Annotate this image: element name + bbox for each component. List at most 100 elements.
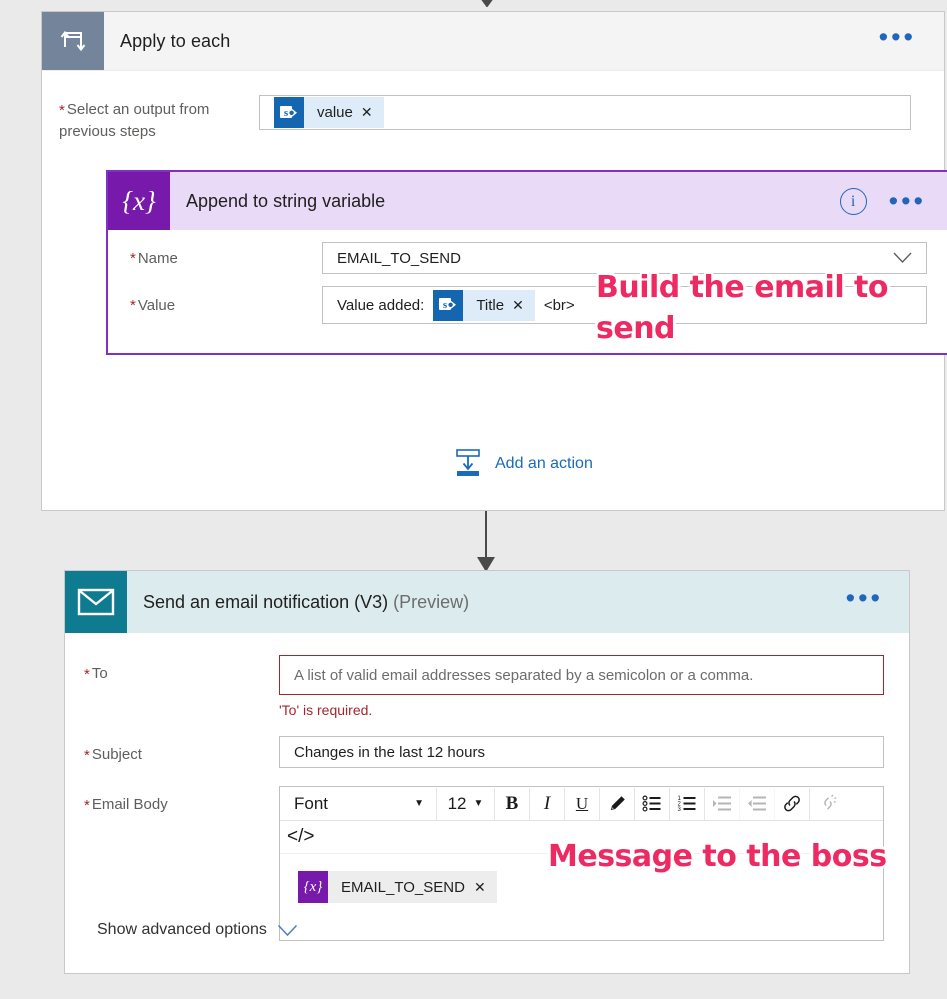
email-body-row: * Email Body Font ▼ 12 ▼ B I U 1 2 3 </>… (65, 786, 909, 941)
show-advanced-options-label: Show advanced options (97, 921, 267, 938)
email-body-label-text: Email Body (91, 796, 168, 813)
chevron-down-icon: ▼ (414, 798, 424, 809)
variable-name-value: EMAIL_TO_SEND (337, 249, 461, 267)
unlink-icon[interactable] (810, 788, 845, 820)
to-placeholder: A list of valid email addresses separate… (294, 666, 754, 684)
info-icon[interactable]: i (839, 188, 867, 215)
variable-value-suffix-text: <br> (543, 296, 575, 314)
numbered-list-icon[interactable]: 1 2 3 (670, 787, 705, 820)
to-label: * To (84, 655, 279, 718)
subject-label-text: Subject (91, 746, 142, 763)
append-variable-title: Append to string variable (186, 190, 386, 211)
svg-text:3: 3 (678, 807, 682, 812)
rich-text-editor: Font ▼ 12 ▼ B I U 1 2 3 </> {x} EMAIL_TO… (279, 786, 884, 941)
sharepoint-icon: s (274, 97, 304, 128)
add-an-action-button[interactable]: Add an action (453, 449, 593, 478)
font-size-label: 12 (447, 793, 467, 813)
sharepoint-icon: s (433, 289, 464, 321)
svg-text:s: s (443, 299, 448, 311)
outdent-icon[interactable] (740, 787, 775, 820)
variable-braces-glyph: {x} (122, 185, 156, 216)
send-email-more-button[interactable]: ••• (846, 585, 883, 612)
send-email-title-text: Send an email notification (V3) (143, 591, 389, 612)
email-to-send-token-label: EMAIL_TO_SEND (341, 878, 465, 896)
envelope-icon (65, 571, 127, 633)
font-family-dropdown[interactable]: Font ▼ (280, 787, 437, 820)
variable-name-row: * Name EMAIL_TO_SEND (108, 242, 947, 274)
select-output-row: * Select an output from previous steps s … (42, 71, 944, 143)
flow-connector-arrow (477, 511, 495, 572)
chevron-down-icon (277, 924, 297, 936)
value-token-remove-icon[interactable]: ✕ (361, 104, 384, 121)
font-size-dropdown[interactable]: 12 ▼ (437, 787, 495, 820)
indent-icon[interactable] (705, 787, 740, 820)
show-advanced-options-button[interactable]: Show advanced options (97, 921, 298, 939)
variable-braces-icon: {x} (298, 871, 328, 903)
add-an-action-label: Add an action (495, 454, 593, 472)
to-row: * To A list of valid email addresses sepa… (65, 655, 909, 718)
select-output-input[interactable]: s value ✕ (259, 95, 911, 130)
title-token-remove-icon[interactable]: ✕ (512, 297, 535, 314)
variable-value-input[interactable]: Value added: s Title ✕ <br> (322, 286, 927, 324)
flow-connector-arrow-top (481, 0, 493, 7)
select-output-label: * Select an output from previous steps (59, 95, 259, 143)
title-token-label: Title (476, 296, 505, 314)
select-output-label-text: Select an output from previous steps (59, 101, 210, 140)
required-marker: * (84, 665, 90, 683)
send-email-notification-card: Send an email notification (V3) (Preview… (64, 570, 910, 974)
to-field-group: A list of valid email addresses separate… (279, 655, 884, 718)
send-email-preview-badge: (Preview) (393, 591, 470, 612)
apply-to-each-header[interactable]: Apply to each ••• (42, 12, 944, 71)
variable-name-select[interactable]: EMAIL_TO_SEND (322, 242, 927, 274)
append-to-string-variable-card: {x} Append to string variable i ••• * Nam… (106, 170, 947, 355)
italic-button[interactable]: I (530, 787, 565, 820)
variable-value-label-text: Value (137, 296, 176, 314)
required-marker: * (84, 746, 90, 764)
email-to-send-token-remove-icon[interactable]: ✕ (474, 879, 497, 896)
send-email-title: Send an email notification (V3) (Preview… (143, 592, 469, 613)
subject-row: * Subject Changes in the last 12 hours (65, 736, 909, 768)
variable-value-label: * Value (130, 297, 322, 314)
email-body-content[interactable]: {x} EMAIL_TO_SEND ✕ (280, 854, 883, 940)
bold-button[interactable]: B (495, 787, 530, 820)
to-label-text: To (91, 665, 108, 682)
value-token-label: value (317, 104, 353, 121)
subject-label: * Subject (84, 736, 279, 768)
add-action-icon (456, 449, 480, 476)
apply-to-each-title: Apply to each (120, 30, 231, 51)
apply-to-each-more-button[interactable]: ••• (879, 24, 916, 51)
variable-value-prefix-text: Value added: (337, 296, 425, 314)
chevron-down-icon (893, 252, 912, 264)
highlighter-icon[interactable] (600, 787, 635, 820)
font-family-label: Font (294, 793, 329, 813)
email-to-send-token[interactable]: {x} EMAIL_TO_SEND ✕ (298, 871, 497, 903)
send-email-header[interactable]: Send an email notification (V3) (Preview… (65, 571, 909, 633)
value-token[interactable]: s value ✕ (274, 97, 384, 128)
svg-text:s: s (284, 107, 289, 119)
html-code-view-button[interactable]: </> (280, 821, 883, 854)
apply-to-each-card: Apply to each ••• * Select an output from… (41, 11, 947, 511)
subject-value: Changes in the last 12 hours (294, 743, 485, 761)
chevron-down-icon: ▼ (473, 798, 484, 809)
email-body-label: * Email Body (84, 786, 279, 941)
variable-value-row: * Value Value added: s Title ✕ <br> (108, 286, 947, 324)
loop-icon (42, 12, 104, 70)
append-variable-more-button[interactable]: ••• (889, 187, 926, 214)
link-icon[interactable] (775, 787, 810, 820)
bulleted-list-icon[interactable] (635, 787, 670, 820)
subject-input[interactable]: Changes in the last 12 hours (279, 736, 884, 768)
required-marker: * (84, 796, 90, 814)
underline-button[interactable]: U (565, 787, 600, 820)
required-marker: * (59, 101, 65, 119)
title-token[interactable]: s Title ✕ (433, 289, 535, 321)
variable-name-label: * Name (130, 250, 322, 267)
required-marker: * (130, 297, 136, 315)
to-error-message: 'To' is required. (279, 702, 373, 718)
variable-name-label-text: Name (137, 249, 178, 267)
required-marker: * (130, 250, 136, 268)
variable-braces-icon: {x} (108, 172, 170, 230)
append-variable-header-actions: i ••• (839, 186, 926, 215)
to-input[interactable]: A list of valid email addresses separate… (279, 655, 884, 695)
append-variable-header[interactable]: {x} Append to string variable i ••• (108, 172, 947, 230)
rich-text-toolbar: Font ▼ 12 ▼ B I U 1 2 3 (280, 787, 883, 821)
